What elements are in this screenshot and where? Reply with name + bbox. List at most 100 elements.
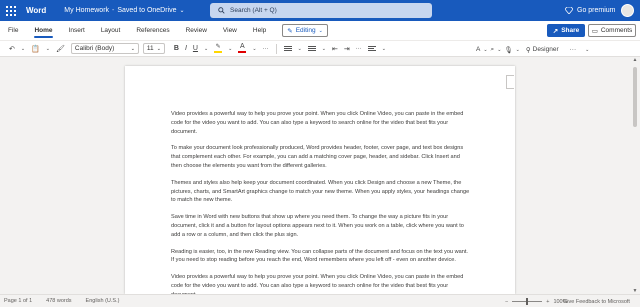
font-name-dropdown[interactable]: Calibri (Body) ⌄ bbox=[70, 43, 139, 54]
app-name[interactable]: Word bbox=[26, 6, 46, 15]
search-placeholder: Search (Alt + Q) bbox=[230, 7, 277, 14]
chevron-down-icon: ⌄ bbox=[179, 8, 185, 14]
tab-help[interactable]: Help bbox=[245, 21, 274, 40]
zoom-control: − + 100% bbox=[505, 295, 568, 307]
paragraph[interactable]: Themes and styles also help keep your do… bbox=[171, 179, 471, 205]
paragraph[interactable]: Save time in Word with new buttons that … bbox=[171, 213, 471, 239]
italic-button[interactable]: I bbox=[182, 45, 190, 52]
tab-home[interactable]: Home bbox=[26, 21, 60, 40]
zoom-out-button[interactable]: − bbox=[505, 299, 508, 305]
chevron-down-icon[interactable]: ⌄ bbox=[516, 47, 520, 53]
highlighter-icon: ✎ bbox=[215, 44, 221, 50]
pencil-icon: ✎ bbox=[287, 27, 293, 35]
go-premium-button[interactable]: Go premium bbox=[565, 0, 616, 21]
align-left-icon[interactable] bbox=[365, 46, 379, 51]
feedback-link[interactable]: Give Feedback to Microsoft bbox=[563, 295, 630, 307]
font-name-value: Calibri (Body) bbox=[74, 45, 115, 52]
word-count[interactable]: 478 words bbox=[46, 298, 71, 304]
paragraph[interactable]: Video provides a powerful way to help yo… bbox=[171, 110, 471, 136]
more-font-options-icon[interactable]: ··· bbox=[260, 46, 272, 52]
chevron-down-icon[interactable]: ⌄ bbox=[18, 46, 28, 52]
increase-indent-icon[interactable]: ⇥ bbox=[341, 45, 353, 53]
more-options-icon[interactable]: ··· bbox=[570, 46, 577, 53]
chevron-down-icon[interactable]: ⌄ bbox=[379, 46, 389, 52]
document-title[interactable]: My Homework - Saved to OneDrive ⌄ bbox=[64, 7, 184, 14]
document-page[interactable]: Video provides a powerful way to help yo… bbox=[125, 66, 515, 294]
page-margin-marker bbox=[506, 75, 514, 89]
search-box[interactable]: Search (Alt + Q) bbox=[210, 3, 432, 18]
highlight-button[interactable]: ✎ bbox=[211, 44, 225, 53]
title-separator: - bbox=[112, 7, 115, 14]
find-icon[interactable]: ⌕ bbox=[491, 46, 495, 54]
diamond-icon bbox=[565, 7, 573, 14]
feedback-label: Give Feedback to Microsoft bbox=[563, 298, 630, 305]
chevron-down-icon[interactable]: ⌄ bbox=[249, 46, 259, 52]
numbered-list-button[interactable] bbox=[305, 46, 319, 51]
clipboard-icon[interactable]: 📋 bbox=[28, 45, 43, 53]
tab-layout[interactable]: Layout bbox=[93, 21, 129, 40]
highlight-color-bar bbox=[214, 51, 223, 53]
ribbon-toolbar: ↶ ⌄ 📋 ⌄ 🖌 Calibri (Body) ⌄ 11 ⌄ B I U ⌄ … bbox=[0, 40, 640, 57]
styles-icon[interactable]: A bbox=[476, 46, 480, 53]
chevron-down-icon[interactable]: ⌄ bbox=[497, 47, 501, 53]
share-label: Share bbox=[561, 27, 580, 34]
paragraph[interactable]: To make your document look professionall… bbox=[171, 144, 471, 170]
zoom-in-button[interactable]: + bbox=[546, 299, 549, 305]
document-canvas[interactable]: Video provides a powerful way to help yo… bbox=[0, 57, 640, 294]
bold-button[interactable]: B bbox=[171, 45, 182, 52]
bullet-list-icon bbox=[283, 46, 292, 51]
designer-button[interactable]: ⚲ Designer bbox=[526, 46, 559, 54]
comments-label: Comments bbox=[600, 27, 633, 34]
zoom-slider-thumb[interactable] bbox=[526, 298, 529, 305]
tab-view[interactable]: View bbox=[215, 21, 245, 40]
editing-mode-dropdown[interactable]: ✎ Editing ⌄ bbox=[282, 24, 328, 37]
undo-icon[interactable]: ↶ bbox=[6, 45, 18, 53]
font-size-dropdown[interactable]: 11 ⌄ bbox=[142, 43, 165, 54]
designer-label: Designer bbox=[532, 46, 559, 53]
avatar[interactable] bbox=[621, 4, 634, 17]
chevron-down-icon[interactable]: ⌄ bbox=[483, 47, 487, 53]
chevron-down-icon[interactable]: ⌄ bbox=[201, 46, 211, 52]
chevron-down-icon[interactable]: ⌄ bbox=[225, 46, 235, 52]
numbered-list-icon bbox=[307, 46, 316, 51]
paragraph[interactable]: Reading is easier, too, in the new Readi… bbox=[171, 248, 471, 266]
vertical-scrollbar[interactable]: ▲ ▼ bbox=[632, 57, 638, 294]
tab-references[interactable]: References bbox=[128, 21, 177, 40]
format-painter-icon[interactable]: 🖌 bbox=[53, 45, 68, 53]
comment-icon: ▭ bbox=[591, 27, 598, 35]
editing-label: Editing bbox=[295, 27, 316, 34]
designer-icon: ⚲ bbox=[525, 46, 531, 54]
chevron-down-icon[interactable]: ⌄ bbox=[295, 46, 305, 52]
chevron-down-icon[interactable]: ⌄ bbox=[319, 46, 329, 52]
font-color-button[interactable]: A bbox=[235, 43, 249, 53]
font-size-value: 11 bbox=[146, 45, 154, 52]
tab-review[interactable]: Review bbox=[178, 21, 215, 40]
more-paragraph-options-icon[interactable]: ··· bbox=[353, 46, 365, 52]
language-indicator[interactable]: English (U.S.) bbox=[86, 298, 120, 304]
scrollbar-thumb[interactable] bbox=[633, 67, 637, 127]
scroll-up-icon[interactable]: ▲ bbox=[632, 57, 638, 63]
chevron-down-icon: ⌄ bbox=[318, 27, 323, 34]
menu-bar: File Home Insert Layout References Revie… bbox=[0, 21, 640, 40]
chevron-down-icon: ⌄ bbox=[130, 45, 135, 52]
underline-button[interactable]: U bbox=[190, 45, 201, 52]
chevron-down-icon[interactable]: ⌄ bbox=[43, 46, 53, 52]
page-count: Page 1 of 1 bbox=[4, 298, 33, 304]
app-launcher-icon[interactable] bbox=[4, 4, 18, 18]
tab-file[interactable]: File bbox=[0, 21, 26, 40]
save-status: Saved to OneDrive bbox=[117, 7, 177, 14]
ribbon-right-tools: A ⌄ ⌕ ⌄ 🎙 ⌄ ⚲ Designer ··· ⌄ bbox=[476, 41, 589, 58]
comments-button[interactable]: ▭ Comments bbox=[588, 24, 636, 37]
search-icon bbox=[218, 7, 225, 14]
share-icon: ↗ bbox=[552, 27, 559, 35]
decrease-indent-icon[interactable]: ⇤ bbox=[329, 45, 341, 53]
dictate-microphone-icon[interactable]: 🎙 bbox=[504, 46, 512, 54]
paragraph[interactable]: Video provides a powerful way to help yo… bbox=[171, 273, 471, 294]
share-button[interactable]: ↗ Share bbox=[547, 24, 585, 37]
document-body[interactable]: Video provides a powerful way to help yo… bbox=[171, 110, 471, 294]
bullet-list-button[interactable] bbox=[281, 46, 295, 51]
zoom-slider[interactable] bbox=[512, 298, 543, 305]
tab-insert[interactable]: Insert bbox=[61, 21, 93, 40]
chevron-down-icon[interactable]: ⌄ bbox=[585, 47, 589, 53]
go-premium-label: Go premium bbox=[577, 7, 616, 14]
